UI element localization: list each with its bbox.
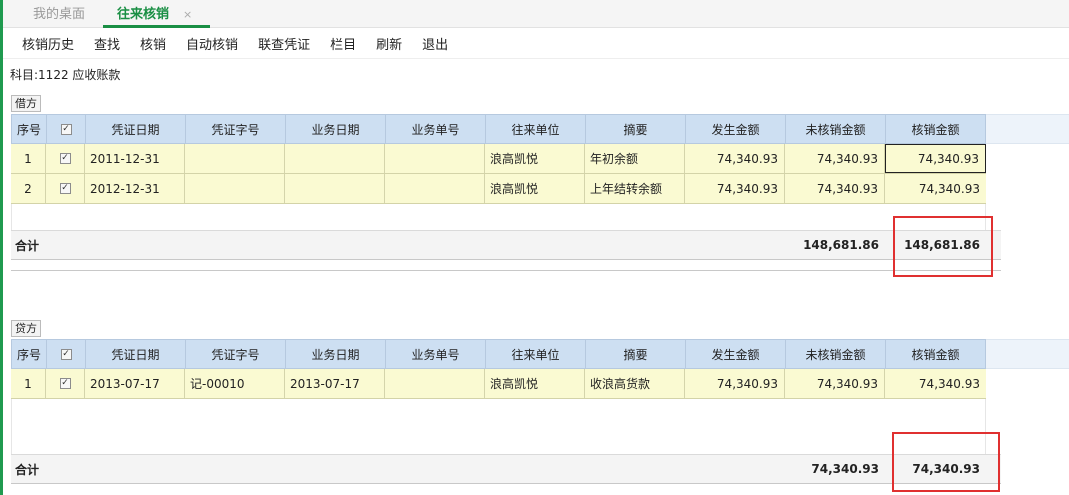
debit-highlight-box <box>893 216 993 277</box>
col-amount[interactable]: 发生金额 <box>686 115 786 143</box>
cell-biz-date[interactable] <box>285 174 385 203</box>
col-seq: 序号 <box>12 340 47 368</box>
cell-unsettled[interactable]: 74,340.93 <box>785 174 885 203</box>
cell-biz-date[interactable]: 2013-07-17 <box>285 369 385 398</box>
col-voucher-date[interactable]: 凭证日期 <box>86 115 186 143</box>
cell-summary[interactable]: 收浪高货款 <box>585 369 685 398</box>
cell-voucher-date[interactable]: 2011-12-31 <box>85 144 185 173</box>
checkbox-icon: ✓ <box>59 183 71 194</box>
tab-reconciliation-label: 往来核销 <box>117 7 170 22</box>
credit-highlight-box <box>892 432 1000 492</box>
cell-voucher-no[interactable]: 记-00010 <box>185 369 285 398</box>
find-button[interactable]: 查找 <box>94 34 120 53</box>
auto-settle-button[interactable]: 自动核销 <box>186 34 238 53</box>
col-voucher-date[interactable]: 凭证日期 <box>86 340 186 368</box>
toolbar: 核销历史 查找 核销 自动核销 联查凭证 栏目 刷新 退出 <box>3 29 1069 59</box>
cell-partner[interactable]: 浪高凯悦 <box>485 174 585 203</box>
cell-settle-input[interactable]: 74,340.93 <box>885 174 986 203</box>
cell-voucher-no[interactable] <box>185 174 285 203</box>
col-summary[interactable]: 摘要 <box>586 115 686 143</box>
col-partner[interactable]: 往来单位 <box>486 115 586 143</box>
cell-voucher-date[interactable]: 2012-12-31 <box>85 174 185 203</box>
view-voucher-button[interactable]: 联查凭证 <box>258 34 310 53</box>
cell-biz-no[interactable] <box>385 144 485 173</box>
col-summary[interactable]: 摘要 <box>586 340 686 368</box>
cell-biz-no[interactable] <box>385 369 485 398</box>
table-row[interactable]: 1 ✓ 2013-07-17 记-00010 2013-07-17 浪高凯悦 收… <box>11 369 986 399</box>
table-row[interactable]: 2 ✓ 2012-12-31 浪高凯悦 上年结转余额 74,340.93 74,… <box>11 174 986 204</box>
left-accent-strip <box>0 0 3 495</box>
col-biz-date[interactable]: 业务日期 <box>286 340 386 368</box>
col-biz-no[interactable]: 业务单号 <box>386 340 486 368</box>
refresh-button[interactable]: 刷新 <box>376 34 402 53</box>
col-seq: 序号 <box>12 115 47 143</box>
cell-summary[interactable]: 年初余额 <box>585 144 685 173</box>
checkbox-icon: ✓ <box>59 153 71 164</box>
history-button[interactable]: 核销历史 <box>22 34 74 53</box>
subject-label: 科目:1122 应收账款 <box>10 68 121 82</box>
cell-partner[interactable]: 浪高凯悦 <box>485 144 585 173</box>
checkbox-icon: ✓ <box>60 348 72 360</box>
row-checkbox[interactable]: ✓ <box>46 144 85 173</box>
cell-biz-date[interactable] <box>285 144 385 173</box>
col-unsettled[interactable]: 未核销金额 <box>786 340 886 368</box>
debit-empty-area <box>11 204 986 230</box>
col-amount[interactable]: 发生金额 <box>686 340 786 368</box>
close-icon[interactable]: × <box>183 8 192 21</box>
credit-total-label: 合计 <box>15 462 40 477</box>
select-all-checkbox[interactable]: ✓ <box>47 115 86 143</box>
settle-button[interactable]: 核销 <box>140 34 166 53</box>
cell-unsettled[interactable]: 74,340.93 <box>785 144 885 173</box>
cell-voucher-date[interactable]: 2013-07-17 <box>85 369 185 398</box>
tab-bar: 我的桌面 往来核销 × <box>3 0 1069 28</box>
row-checkbox[interactable]: ✓ <box>46 369 85 398</box>
col-voucher-no[interactable]: 凭证字号 <box>186 115 286 143</box>
cell-partner[interactable]: 浪高凯悦 <box>485 369 585 398</box>
col-settle[interactable]: 核销金额 <box>886 340 985 368</box>
cell-amount[interactable]: 74,340.93 <box>685 174 785 203</box>
row-checkbox[interactable]: ✓ <box>46 174 85 203</box>
credit-section-label: 贷方 <box>11 320 41 337</box>
credit-total-unsettled: 74,340.93 <box>811 462 879 476</box>
credit-table-header: 序号 ✓ 凭证日期 凭证字号 业务日期 业务单号 往来单位 摘要 发生金额 未核… <box>11 339 986 369</box>
col-settle[interactable]: 核销金额 <box>886 115 985 143</box>
cell-seq: 2 <box>11 174 46 203</box>
tab-reconciliation[interactable]: 往来核销 × <box>103 4 210 28</box>
exit-button[interactable]: 退出 <box>422 34 448 53</box>
col-partner[interactable]: 往来单位 <box>486 340 586 368</box>
debit-section-label: 借方 <box>11 95 41 112</box>
cell-summary[interactable]: 上年结转余额 <box>585 174 685 203</box>
cell-amount[interactable]: 74,340.93 <box>685 369 785 398</box>
cell-seq: 1 <box>11 369 46 398</box>
debit-total-row: 合计 148,681.86 148,681.86 <box>11 230 1001 260</box>
cell-biz-no[interactable] <box>385 174 485 203</box>
credit-total-row: 合计 74,340.93 74,340.93 <box>11 454 1001 484</box>
col-unsettled[interactable]: 未核销金额 <box>786 115 886 143</box>
cell-settle-input[interactable]: 74,340.93 <box>885 144 986 173</box>
debit-bottom-border <box>11 270 1001 271</box>
tab-my-desktop[interactable]: 我的桌面 <box>33 4 85 28</box>
header-filler <box>986 114 1069 144</box>
credit-empty-area <box>11 399 986 454</box>
debit-total-label: 合计 <box>15 238 40 253</box>
debit-table-header: 序号 ✓ 凭证日期 凭证字号 业务日期 业务单号 往来单位 摘要 发生金额 未核… <box>11 114 986 144</box>
cell-seq: 1 <box>11 144 46 173</box>
cell-unsettled[interactable]: 74,340.93 <box>785 369 885 398</box>
checkbox-icon: ✓ <box>59 378 71 389</box>
cell-amount[interactable]: 74,340.93 <box>685 144 785 173</box>
cell-settle-input[interactable]: 74,340.93 <box>885 369 986 398</box>
select-all-checkbox[interactable]: ✓ <box>47 340 86 368</box>
table-row[interactable]: 1 ✓ 2011-12-31 浪高凯悦 年初余额 74,340.93 74,34… <box>11 144 986 174</box>
cell-voucher-no[interactable] <box>185 144 285 173</box>
col-biz-no[interactable]: 业务单号 <box>386 115 486 143</box>
checkbox-icon: ✓ <box>60 123 72 135</box>
columns-button[interactable]: 栏目 <box>330 34 356 53</box>
col-biz-date[interactable]: 业务日期 <box>286 115 386 143</box>
col-voucher-no[interactable]: 凭证字号 <box>186 340 286 368</box>
debit-total-unsettled: 148,681.86 <box>803 238 879 252</box>
header-filler <box>986 339 1069 369</box>
